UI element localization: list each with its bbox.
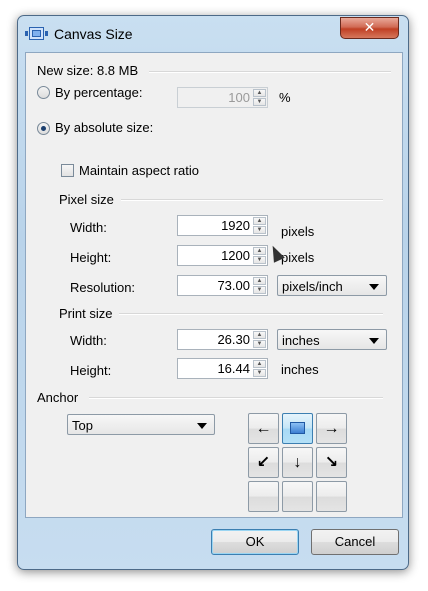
absolute-size-label[interactable]: By absolute size: — [55, 120, 153, 135]
print-width-input[interactable]: 26.30 ▲ ▼ — [177, 329, 268, 350]
spin-arrows-icon[interactable]: ▲ ▼ — [253, 331, 266, 348]
chevron-down-icon — [369, 338, 379, 344]
chevron-down-icon — [369, 284, 379, 290]
pixel-width-value: 1920 — [221, 218, 250, 233]
resolution-value: 73.00 — [217, 278, 250, 293]
arrow-down-left-icon: ↙ — [256, 454, 271, 471]
spin-arrows-icon[interactable]: ▲ ▼ — [253, 247, 266, 264]
title-bar[interactable]: Canvas Size ✕ — [18, 16, 408, 52]
arrow-down-icon: ↓ — [293, 454, 302, 471]
anchor-bottom-right-button[interactable] — [316, 481, 347, 512]
pixel-height-unit: pixels — [281, 250, 315, 265]
resolution-unit-value: pixels/inch — [282, 279, 343, 294]
percentage-label[interactable]: By percentage: — [55, 85, 142, 100]
print-width-label: Width: — [70, 333, 107, 348]
anchor-top-left-button[interactable]: ← — [248, 413, 279, 444]
new-size-label: New size: 8.8 MB — [37, 63, 139, 78]
anchor-bottom-center-button[interactable] — [282, 481, 313, 512]
anchor-position-value: Top — [72, 418, 93, 433]
maintain-aspect-checkbox[interactable] — [61, 164, 74, 177]
resolution-label: Resolution: — [70, 280, 136, 295]
percentage-input: 100 ▲ ▼ — [177, 87, 268, 108]
anchor-bottom-left-button[interactable] — [248, 481, 279, 512]
print-size-heading: Print size — [59, 306, 113, 321]
pixel-height-label: Height: — [70, 250, 112, 265]
divider — [89, 397, 383, 399]
anchor-top-right-button[interactable]: → — [316, 413, 347, 444]
window-title: Canvas Size — [54, 26, 133, 42]
spin-arrows-icon[interactable]: ▲ ▼ — [253, 277, 266, 294]
resolution-input[interactable]: 73.00 ▲ ▼ — [177, 275, 268, 296]
pixel-height-value: 1200 — [221, 248, 250, 263]
percentage-value: 100 — [228, 90, 250, 105]
divider — [121, 199, 383, 201]
anchor-heading: Anchor — [37, 390, 79, 405]
maintain-aspect-label[interactable]: Maintain aspect ratio — [79, 163, 199, 178]
arrow-right-icon: → — [323, 420, 340, 437]
canvas-size-icon — [25, 27, 48, 40]
ok-button[interactable]: OK — [211, 529, 299, 555]
cancel-button[interactable]: Cancel — [311, 529, 399, 555]
print-unit-value: inches — [282, 333, 320, 348]
spin-arrows-icon[interactable]: ▲ ▼ — [253, 360, 266, 377]
print-height-unit: inches — [281, 362, 319, 377]
print-height-label: Height: — [70, 363, 112, 378]
close-button[interactable]: ✕ — [340, 17, 399, 39]
pixel-size-heading: Pixel size — [59, 192, 114, 207]
pixel-width-label: Width: — [70, 220, 107, 235]
anchor-middle-left-button[interactable]: ↙ — [248, 447, 279, 478]
resolution-unit-select[interactable]: pixels/inch — [277, 275, 387, 296]
canvas-size-dialog: Canvas Size ✕ New size: 8.8 MB By percen… — [17, 15, 409, 570]
spin-arrows-icon[interactable]: ▲ ▼ — [253, 217, 266, 234]
print-unit-select[interactable]: inches — [277, 329, 387, 350]
chevron-down-icon — [197, 423, 207, 429]
close-icon: ✕ — [363, 19, 376, 35]
percentage-radio[interactable] — [37, 86, 50, 99]
arrow-left-icon: ← — [255, 420, 272, 437]
pixel-width-unit: pixels — [281, 224, 315, 239]
dialog-body: New size: 8.8 MB By percentage: 100 ▲ ▼ %… — [25, 52, 403, 518]
absolute-size-radio[interactable] — [37, 122, 50, 135]
divider — [119, 313, 383, 315]
anchor-middle-right-button[interactable]: ↘ — [316, 447, 347, 478]
divider — [149, 71, 391, 73]
print-height-value: 16.44 — [217, 361, 250, 376]
arrow-down-right-icon: ↘ — [324, 454, 339, 471]
pixel-width-input[interactable]: 1920 ▲ ▼ — [177, 215, 268, 236]
anchor-middle-center-button[interactable]: ↓ — [282, 447, 313, 478]
anchor-position-select[interactable]: Top — [67, 414, 215, 435]
print-width-value: 26.30 — [217, 332, 250, 347]
anchor-top-center-button[interactable] — [282, 413, 313, 444]
spin-arrows-icon: ▲ ▼ — [253, 89, 266, 106]
percentage-unit: % — [279, 90, 291, 105]
pixel-height-input[interactable]: 1200 ▲ ▼ — [177, 245, 268, 266]
image-anchor-icon — [290, 422, 305, 434]
dialog-footer: OK Cancel — [25, 517, 401, 562]
print-height-input[interactable]: 16.44 ▲ ▼ — [177, 358, 268, 379]
